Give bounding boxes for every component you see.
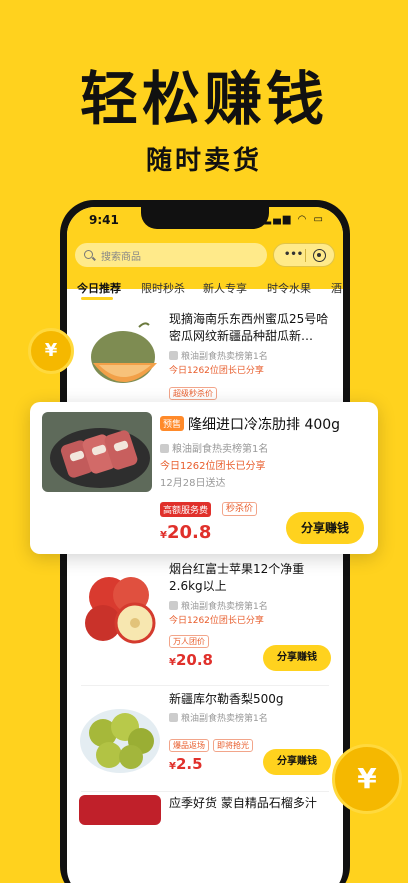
delivery-date: 12月28日送达 bbox=[160, 478, 226, 489]
coin-symbol: ¥ bbox=[44, 340, 58, 361]
product-title: 现摘海南乐东西州蜜瓜25号哈密瓜网纹新疆品种甜瓜新… bbox=[169, 312, 329, 343]
coin-icon: ¥ bbox=[332, 744, 402, 814]
more-icon[interactable]: ••• bbox=[284, 249, 303, 260]
hero-title: 轻松赚钱 bbox=[79, 65, 328, 133]
promo-tag: 爆品返场 bbox=[169, 739, 209, 752]
rank-text: 粮油副食热卖榜第1名 bbox=[181, 714, 268, 724]
price: ¥20.8 bbox=[160, 522, 211, 543]
tab-today-recommend[interactable]: 今日推荐 bbox=[77, 280, 121, 296]
rank-icon bbox=[160, 444, 169, 453]
phone-notch bbox=[141, 207, 269, 229]
share-earn-button[interactable]: 分享赚钱 bbox=[286, 512, 364, 544]
product-title: 应季好货 蒙自精品石榴多汁 bbox=[169, 796, 317, 810]
tab-flash-sale[interactable]: 限时秒杀 bbox=[141, 280, 185, 296]
promo-tag: 超级秒杀价 bbox=[169, 387, 217, 400]
product-title: 隆细进口冷冻肋排 400g bbox=[188, 417, 341, 433]
currency-symbol: ¥ bbox=[169, 761, 176, 772]
apple-image bbox=[79, 565, 161, 647]
mini-program-capsule[interactable]: ••• bbox=[273, 243, 335, 267]
currency-symbol: ¥ bbox=[169, 657, 176, 668]
melon-image bbox=[79, 315, 161, 397]
share-count: 今日1262位团长已分享 bbox=[160, 461, 266, 472]
price: ¥2.5 bbox=[169, 755, 203, 773]
tab-newcomer[interactable]: 新人专享 bbox=[203, 280, 247, 296]
price-value: 2.5 bbox=[175, 755, 203, 773]
service-fee-tag: 高额服务费 bbox=[160, 502, 212, 517]
list-item[interactable]: 现摘海南乐东西州蜜瓜25号哈密瓜网纹新疆品种甜瓜新… 粮油副食热卖榜第1名 今日… bbox=[67, 307, 343, 407]
search-icon bbox=[84, 250, 93, 259]
rank-text: 粮油副食热卖榜第1名 bbox=[181, 602, 268, 612]
pear-image bbox=[79, 695, 161, 777]
rank-label: 粮油副食热卖榜第1名 bbox=[169, 349, 268, 362]
list-item[interactable]: 应季好货 蒙自精品石榴多汁 bbox=[67, 791, 343, 831]
list-item[interactable]: 新疆库尔勒香梨500g 粮油副食热卖榜第1名 爆品返场 即将抢光 ¥2.5 分享… bbox=[67, 685, 343, 791]
promo-tag: 万人团价 bbox=[169, 635, 209, 648]
price-value: 20.8 bbox=[166, 522, 212, 543]
currency-symbol: ¥ bbox=[160, 530, 167, 541]
pomegranate-image bbox=[79, 795, 161, 825]
capsule-divider bbox=[305, 249, 306, 262]
share-earn-button[interactable]: 分享赚钱 bbox=[263, 645, 331, 671]
list-item[interactable]: 烟台红富士苹果12个净重2.6kg以上 粮油副食热卖榜第1名 今日1262位团长… bbox=[67, 557, 343, 681]
rank-icon bbox=[169, 713, 178, 722]
tab-seasonal-fruit[interactable]: 时令水果 bbox=[267, 280, 311, 296]
product-title: 新疆库尔勒香梨500g bbox=[169, 692, 284, 706]
close-circle-icon[interactable] bbox=[313, 249, 326, 262]
rank-text: 粮油副食热卖榜第1名 bbox=[181, 352, 268, 362]
hero-subtitle: 随时卖货 bbox=[145, 146, 262, 176]
featured-product-card[interactable]: 预售 隆细进口冷冻肋排 400g 粮油副食热卖榜第1名 今日1262位团长已分享… bbox=[30, 402, 378, 554]
coin-icon: ¥ bbox=[28, 328, 74, 374]
search-input[interactable]: 搜索商品 bbox=[75, 243, 267, 267]
ribs-image bbox=[42, 412, 152, 492]
tab-liquor[interactable]: 酒 bbox=[331, 280, 342, 296]
flash-price-tag: 秒杀价 bbox=[222, 502, 258, 516]
share-earn-button[interactable]: 分享赚钱 bbox=[263, 749, 331, 775]
presale-badge: 预售 bbox=[160, 416, 185, 431]
rank-label: 粮油副食热卖榜第1名 bbox=[169, 599, 268, 612]
rank-icon bbox=[169, 601, 178, 610]
rank-label: 粮油副食热卖榜第1名 bbox=[160, 440, 268, 455]
price: ¥20.8 bbox=[169, 651, 213, 669]
rank-label: 粮油副食热卖榜第1名 bbox=[169, 711, 268, 724]
rank-text: 粮油副食热卖榜第1名 bbox=[172, 444, 269, 455]
tab-active-indicator bbox=[81, 297, 113, 300]
status-time: 9:41 bbox=[89, 213, 119, 227]
rank-icon bbox=[169, 351, 178, 360]
category-tabs: 今日推荐 限时秒杀 新人专享 时令水果 酒 bbox=[67, 277, 343, 305]
status-icons: ▂▄▆ ◠ ▭ bbox=[263, 214, 325, 225]
share-count: 今日1262位团长已分享 bbox=[169, 366, 264, 376]
product-title: 烟台红富士苹果12个净重2.6kg以上 bbox=[169, 562, 305, 593]
promo-tag: 即将抢光 bbox=[213, 739, 253, 752]
share-count: 今日1262位团长已分享 bbox=[169, 616, 264, 626]
coin-symbol: ¥ bbox=[357, 762, 377, 795]
price-value: 20.8 bbox=[175, 651, 213, 669]
search-placeholder: 搜索商品 bbox=[101, 252, 141, 263]
